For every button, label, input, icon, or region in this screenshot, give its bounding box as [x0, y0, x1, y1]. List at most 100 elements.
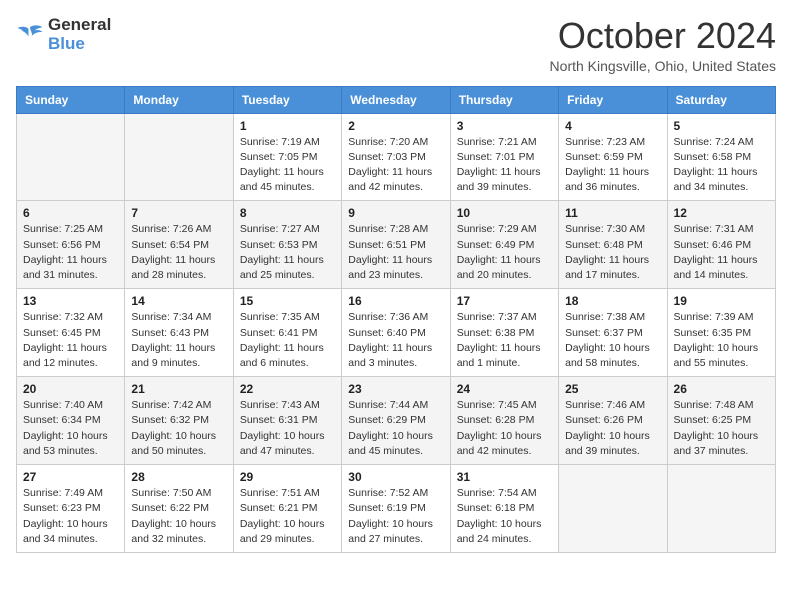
day-info: Sunrise: 7:51 AMSunset: 6:21 PMDaylight:… — [240, 486, 335, 547]
day-number: 20 — [23, 382, 118, 396]
calendar-cell: 1Sunrise: 7:19 AMSunset: 7:05 PMDaylight… — [233, 113, 341, 201]
day-number: 23 — [348, 382, 443, 396]
day-info: Sunrise: 7:39 AMSunset: 6:35 PMDaylight:… — [674, 310, 769, 371]
logo-general: General — [48, 16, 111, 35]
calendar-week-row: 20 Sunrise: 7:40 AMSunset: 6:34 PMDayligh… — [17, 377, 776, 465]
day-number: 31 — [457, 470, 552, 484]
day-number: 9 — [348, 206, 443, 220]
day-info: Sunrise: 7:45 AMSunset: 6:28 PMDaylight:… — [457, 398, 552, 459]
calendar-cell: 20 Sunrise: 7:40 AMSunset: 6:34 PMDayligh… — [17, 377, 125, 465]
calendar-week-row: 27Sunrise: 7:49 AMSunset: 6:23 PMDayligh… — [17, 465, 776, 553]
day-number: 10 — [457, 206, 552, 220]
day-number: 19 — [674, 294, 769, 308]
day-number: 15 — [240, 294, 335, 308]
day-info: Sunrise: 7:27 AMSunset: 6:53 PMDaylight:… — [240, 222, 335, 283]
logo-bird-icon — [16, 24, 44, 46]
col-header-sunday: Sunday — [17, 86, 125, 113]
title-area: October 2024 North Kingsville, Ohio, Uni… — [550, 16, 776, 74]
calendar-week-row: 6 Sunrise: 7:25 AMSunset: 6:56 PMDaylight… — [17, 201, 776, 289]
calendar-cell: 8 Sunrise: 7:27 AMSunset: 6:53 PMDaylight… — [233, 201, 341, 289]
day-number: 17 — [457, 294, 552, 308]
day-number: 18 — [565, 294, 660, 308]
day-number: 28 — [131, 470, 226, 484]
calendar-cell: 29 Sunrise: 7:51 AMSunset: 6:21 PMDayligh… — [233, 465, 341, 553]
day-number: 29 — [240, 470, 335, 484]
day-number: 22 — [240, 382, 335, 396]
day-info: Sunrise: 7:50 AMSunset: 6:22 PMDaylight:… — [131, 486, 226, 547]
day-number: 7 — [131, 206, 226, 220]
calendar-cell: 3 Sunrise: 7:21 AMSunset: 7:01 PMDaylight… — [450, 113, 558, 201]
day-info: Sunrise: 7:34 AMSunset: 6:43 PMDaylight:… — [131, 310, 226, 371]
calendar-cell: 27Sunrise: 7:49 AMSunset: 6:23 PMDayligh… — [17, 465, 125, 553]
day-number: 14 — [131, 294, 226, 308]
day-number: 12 — [674, 206, 769, 220]
day-number: 5 — [674, 119, 769, 133]
calendar-cell: 28 Sunrise: 7:50 AMSunset: 6:22 PMDayligh… — [125, 465, 233, 553]
logo: General Blue — [16, 16, 111, 53]
calendar-cell: 6 Sunrise: 7:25 AMSunset: 6:56 PMDaylight… — [17, 201, 125, 289]
day-info: Sunrise: 7:23 AMSunset: 6:59 PMDaylight:… — [565, 135, 660, 196]
calendar-cell: 26Sunrise: 7:48 AMSunset: 6:25 PMDayligh… — [667, 377, 775, 465]
day-number: 21 — [131, 382, 226, 396]
calendar-cell: 16Sunrise: 7:36 AMSunset: 6:40 PMDayligh… — [342, 289, 450, 377]
day-info: Sunrise: 7:25 AMSunset: 6:56 PMDaylight:… — [23, 222, 118, 283]
day-info: Sunrise: 7:37 AMSunset: 6:38 PMDaylight:… — [457, 310, 552, 371]
day-info: Sunrise: 7:40 AMSunset: 6:34 PMDaylight:… — [23, 398, 118, 459]
day-info: Sunrise: 7:30 AMSunset: 6:48 PMDaylight:… — [565, 222, 660, 283]
calendar-cell — [667, 465, 775, 553]
calendar-cell: 31 Sunrise: 7:54 AMSunset: 6:18 PMDayligh… — [450, 465, 558, 553]
calendar-cell: 23 Sunrise: 7:44 AMSunset: 6:29 PMDayligh… — [342, 377, 450, 465]
day-number: 8 — [240, 206, 335, 220]
day-number: 4 — [565, 119, 660, 133]
day-number: 25 — [565, 382, 660, 396]
location-subtitle: North Kingsville, Ohio, United States — [550, 58, 776, 74]
day-number: 26 — [674, 382, 769, 396]
calendar-cell: 24Sunrise: 7:45 AMSunset: 6:28 PMDayligh… — [450, 377, 558, 465]
calendar-cell — [125, 113, 233, 201]
day-number: 1 — [240, 119, 335, 133]
day-info: Sunrise: 7:26 AMSunset: 6:54 PMDaylight:… — [131, 222, 226, 283]
calendar-cell: 5Sunrise: 7:24 AMSunset: 6:58 PMDaylight… — [667, 113, 775, 201]
logo-blue: Blue — [48, 35, 111, 54]
calendar-cell: 2 Sunrise: 7:20 AMSunset: 7:03 PMDaylight… — [342, 113, 450, 201]
col-header-tuesday: Tuesday — [233, 86, 341, 113]
calendar-cell: 15Sunrise: 7:35 AMSunset: 6:41 PMDayligh… — [233, 289, 341, 377]
calendar-cell: 19 Sunrise: 7:39 AMSunset: 6:35 PMDayligh… — [667, 289, 775, 377]
calendar-cell: 25 Sunrise: 7:46 AMSunset: 6:26 PMDayligh… — [559, 377, 667, 465]
calendar-cell: 9Sunrise: 7:28 AMSunset: 6:51 PMDaylight… — [342, 201, 450, 289]
calendar-week-row: 13 Sunrise: 7:32 AMSunset: 6:45 PMDayligh… — [17, 289, 776, 377]
calendar-cell: 13 Sunrise: 7:32 AMSunset: 6:45 PMDayligh… — [17, 289, 125, 377]
calendar-week-row: 1Sunrise: 7:19 AMSunset: 7:05 PMDaylight… — [17, 113, 776, 201]
day-info: Sunrise: 7:32 AMSunset: 6:45 PMDaylight:… — [23, 310, 118, 371]
calendar-table: SundayMondayTuesdayWednesdayThursdayFrid… — [16, 86, 776, 553]
day-info: Sunrise: 7:44 AMSunset: 6:29 PMDaylight:… — [348, 398, 443, 459]
calendar-cell — [17, 113, 125, 201]
col-header-saturday: Saturday — [667, 86, 775, 113]
col-header-monday: Monday — [125, 86, 233, 113]
day-info: Sunrise: 7:43 AMSunset: 6:31 PMDaylight:… — [240, 398, 335, 459]
col-header-friday: Friday — [559, 86, 667, 113]
calendar-cell: 7 Sunrise: 7:26 AMSunset: 6:54 PMDaylight… — [125, 201, 233, 289]
calendar-cell: 12 Sunrise: 7:31 AMSunset: 6:46 PMDayligh… — [667, 201, 775, 289]
day-number: 30 — [348, 470, 443, 484]
calendar-cell: 4 Sunrise: 7:23 AMSunset: 6:59 PMDaylight… — [559, 113, 667, 201]
day-info: Sunrise: 7:29 AMSunset: 6:49 PMDaylight:… — [457, 222, 552, 283]
calendar-cell: 17 Sunrise: 7:37 AMSunset: 6:38 PMDayligh… — [450, 289, 558, 377]
day-info: Sunrise: 7:31 AMSunset: 6:46 PMDaylight:… — [674, 222, 769, 283]
day-info: Sunrise: 7:20 AMSunset: 7:03 PMDaylight:… — [348, 135, 443, 196]
day-info: Sunrise: 7:54 AMSunset: 6:18 PMDaylight:… — [457, 486, 552, 547]
day-number: 2 — [348, 119, 443, 133]
calendar-cell: 14 Sunrise: 7:34 AMSunset: 6:43 PMDayligh… — [125, 289, 233, 377]
day-number: 6 — [23, 206, 118, 220]
page-header: General Blue October 2024 North Kingsvil… — [16, 16, 776, 74]
day-number: 3 — [457, 119, 552, 133]
calendar-cell: 21Sunrise: 7:42 AMSunset: 6:32 PMDayligh… — [125, 377, 233, 465]
day-info: Sunrise: 7:21 AMSunset: 7:01 PMDaylight:… — [457, 135, 552, 196]
day-number: 16 — [348, 294, 443, 308]
day-number: 27 — [23, 470, 118, 484]
month-title: October 2024 — [550, 16, 776, 56]
day-info: Sunrise: 7:46 AMSunset: 6:26 PMDaylight:… — [565, 398, 660, 459]
day-info: Sunrise: 7:38 AMSunset: 6:37 PMDaylight:… — [565, 310, 660, 371]
day-number: 13 — [23, 294, 118, 308]
calendar-cell: 10 Sunrise: 7:29 AMSunset: 6:49 PMDayligh… — [450, 201, 558, 289]
